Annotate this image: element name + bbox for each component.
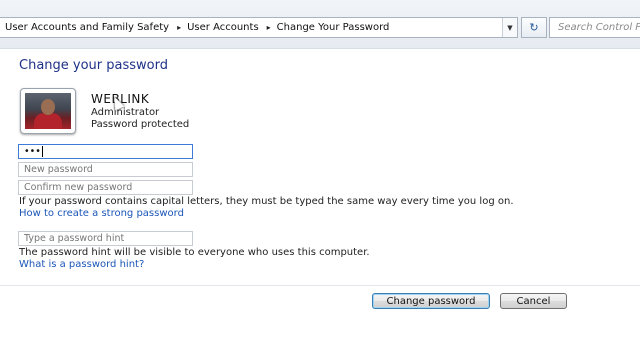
password-hint-placeholder: Type a password hint [24, 233, 125, 244]
refresh-icon: ↻ [529, 21, 539, 34]
new-password-placeholder: New password [24, 164, 93, 175]
breadcrumb-separator-icon[interactable]: ▸ [169, 23, 181, 32]
address-bar: User Accounts and Family Safety ▸ User A… [0, 0, 640, 49]
user-picture [25, 93, 71, 129]
user-role: Administrator [91, 107, 160, 118]
user-status: Password protected [91, 119, 190, 130]
confirm-password-placeholder: Confirm new password [24, 182, 133, 193]
breadcrumb-separator-icon[interactable]: ▸ [259, 23, 271, 32]
capital-letters-note: If your password contains capital letter… [19, 196, 514, 207]
hint-visibility-note: The password hint will be visible to eve… [19, 247, 370, 258]
breadcrumb-change-your-password[interactable]: Change Your Password [271, 22, 390, 33]
what-is-hint-link[interactable]: What is a password hint? [19, 259, 144, 270]
search-input[interactable]: Search Control Panel [549, 17, 640, 38]
search-placeholder: Search Control Panel [558, 22, 640, 33]
strong-password-link[interactable]: How to create a strong password [19, 208, 184, 219]
new-password-field[interactable]: New password [18, 162, 193, 177]
address-dropdown-icon[interactable]: ▼ [502, 18, 517, 37]
user-picture-body [34, 113, 62, 129]
current-password-field[interactable]: ••• [18, 144, 193, 159]
current-password-value: ••• [24, 146, 41, 157]
avatar [20, 88, 76, 134]
cancel-button[interactable]: Cancel [500, 293, 567, 309]
text-caret [41, 146, 43, 157]
refresh-button[interactable]: ↻ [521, 17, 547, 38]
breadcrumb-user-accounts[interactable]: User Accounts [181, 22, 259, 33]
breadcrumb[interactable]: User Accounts and Family Safety ▸ User A… [0, 17, 518, 38]
breadcrumb-user-accounts-family-safety[interactable]: User Accounts and Family Safety [0, 22, 169, 33]
confirm-password-field[interactable]: Confirm new password [18, 180, 193, 195]
password-hint-field[interactable]: Type a password hint [18, 231, 193, 246]
user-picture-head [41, 99, 55, 115]
change-password-button[interactable]: Change password [372, 293, 490, 309]
divider [0, 285, 640, 286]
page-title: Change your password [19, 58, 168, 73]
